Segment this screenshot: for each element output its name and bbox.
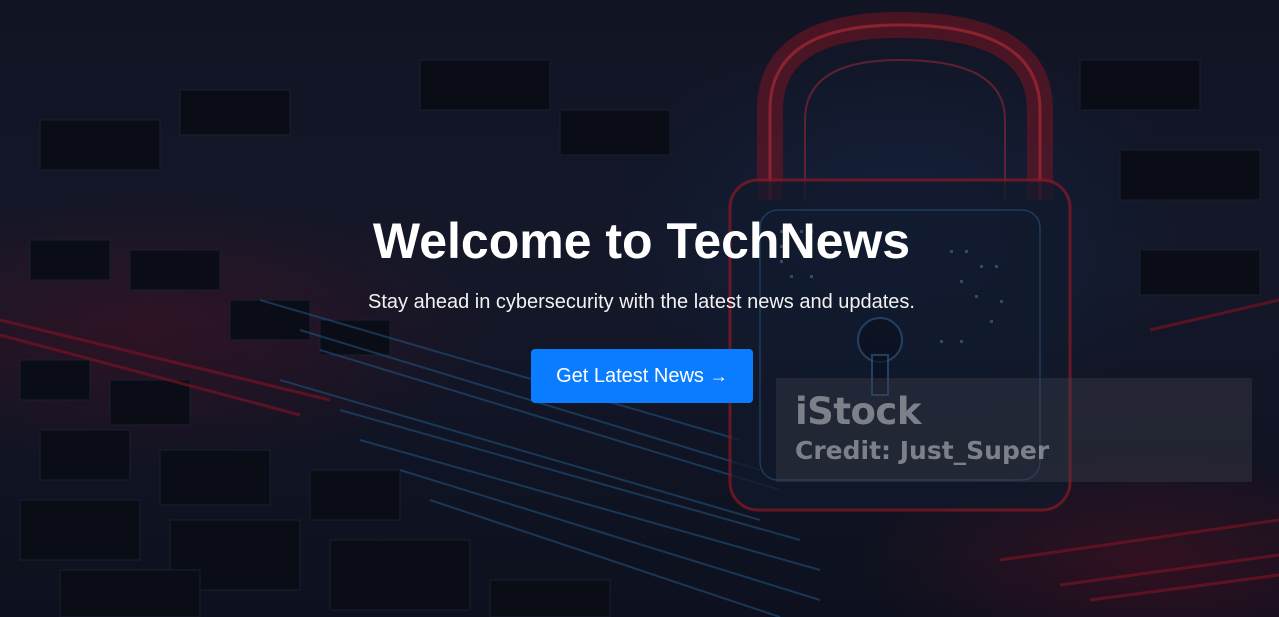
get-latest-news-button[interactable]: Get Latest News →: [531, 349, 753, 403]
hero-title: Welcome to TechNews: [372, 213, 911, 269]
cta-button-label: Get Latest News: [556, 365, 704, 387]
hero-subtitle: Stay ahead in cybersecurity with the lat…: [368, 291, 915, 313]
arrow-right-icon: →: [709, 366, 728, 386]
hero-section: iStock Credit: Just_Super Welcome to Tec…: [0, 0, 1279, 617]
hero-content: Welcome to TechNews Stay ahead in cybers…: [0, 0, 1279, 617]
